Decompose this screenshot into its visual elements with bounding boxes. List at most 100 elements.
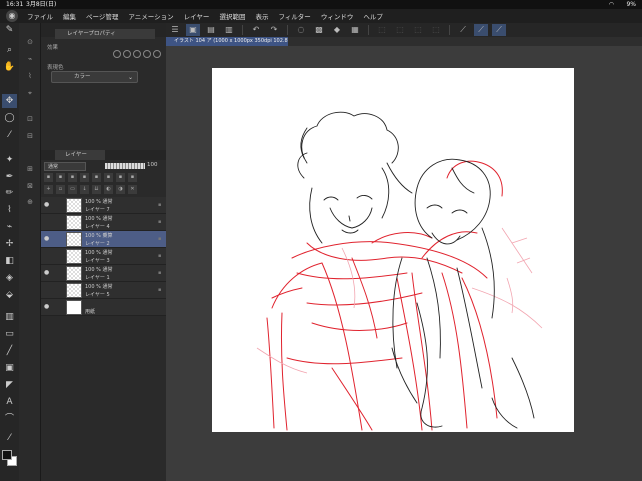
sub-tool-6-icon[interactable]: ⊟	[23, 130, 37, 142]
app-logo-icon[interactable]: ◉	[6, 10, 18, 22]
menu-page[interactable]: ページ管理	[81, 11, 123, 21]
correct-line-icon[interactable]: ⌒	[2, 412, 17, 426]
menu-layer[interactable]: レイヤー	[179, 11, 215, 21]
magic-wand-icon[interactable]: ✦	[2, 153, 17, 167]
clip-icon[interactable]: ▪	[56, 173, 65, 182]
eyedropper-sub-icon[interactable]: ⁄	[2, 431, 17, 445]
layer-lock-icon[interactable]: ▪	[158, 270, 163, 276]
visibility-eye-icon[interactable]: ●	[44, 269, 51, 276]
visibility-eye-icon[interactable]	[44, 286, 51, 293]
clear-icon[interactable]: ◌	[294, 24, 308, 36]
layer-row[interactable]: 100 % 通常 レイヤー 3 ▪	[41, 248, 166, 265]
bucket-icon[interactable]: ◆	[330, 24, 344, 36]
transform-icon[interactable]: ▦	[348, 24, 362, 36]
layer-color-icon[interactable]: ▪	[116, 173, 125, 182]
canvas-paper[interactable]	[212, 68, 574, 432]
invert-selection-icon[interactable]: ⬚	[393, 24, 407, 36]
hand-icon[interactable]: ✋	[2, 60, 17, 74]
combine-icon[interactable]: ⇊	[92, 185, 101, 194]
snap-special-ruler-icon[interactable]: ⟋	[474, 24, 488, 36]
tab-layer[interactable]: レイヤー	[55, 150, 105, 160]
menu-window[interactable]: ウィンドウ	[316, 11, 359, 21]
main-color-swatch[interactable]	[2, 450, 12, 460]
transfer-icon[interactable]: ↓	[80, 185, 89, 194]
menu-filter[interactable]: フィルター	[273, 11, 315, 21]
figure-icon[interactable]: ▭	[2, 327, 17, 341]
crop-icon[interactable]: ⬚	[411, 24, 425, 36]
ruler-link-icon[interactable]: ▪	[104, 173, 113, 182]
airbrush-icon[interactable]: ⌁	[2, 220, 17, 234]
mask-icon[interactable]: ▪	[92, 173, 101, 182]
selection-border-icon[interactable]: ⬚	[429, 24, 443, 36]
layer-row[interactable]: 100 % 通常 レイヤー 5 ▪	[41, 282, 166, 299]
fill-tool-icon[interactable]: ⬙	[2, 288, 17, 302]
document-tab[interactable]: イラスト 104 ア (1000 x 1000px 350dpi 102.8%)	[166, 37, 288, 46]
layer-lock-icon[interactable]: ▪	[158, 287, 163, 293]
draft-icon[interactable]: ▪	[80, 173, 89, 182]
color-mode-select[interactable]: カラー ⌄	[51, 71, 138, 83]
mask-add-icon[interactable]: ◐	[104, 185, 113, 194]
layer-tool-icon[interactable]: ⊕	[23, 196, 37, 208]
new-layer-icon[interactable]: +	[44, 185, 53, 194]
zoom-icon[interactable]: ⌕	[2, 43, 17, 57]
layer-row[interactable]: ● 100 % 通常 レイヤー 7 ▪	[41, 197, 166, 214]
visibility-eye-icon[interactable]	[44, 252, 51, 259]
tab-layer-property[interactable]: レイヤープロパティ	[55, 29, 155, 39]
layer-panel-toggle-icon[interactable]: ⊞	[23, 163, 37, 175]
layer-color-2-icon[interactable]: ▪	[128, 173, 137, 182]
fill-icon[interactable]: ▩	[312, 24, 326, 36]
sub-tool-2-icon[interactable]: ⌁	[23, 53, 37, 65]
new-folder-icon[interactable]: ▭	[68, 185, 77, 194]
effect-color-icon[interactable]	[133, 50, 141, 58]
gradient-icon[interactable]: ▥	[2, 310, 17, 324]
blend-mode-select[interactable]: 通常	[44, 162, 86, 171]
brush-icon[interactable]: ⌇	[2, 203, 17, 217]
layer-row[interactable]: ● 用紙	[41, 299, 166, 316]
layer-search-icon[interactable]: ⊠	[23, 180, 37, 192]
blend-icon[interactable]: ◈	[2, 271, 17, 285]
menu-edit[interactable]: 編集	[58, 11, 81, 21]
sub-tool-5-icon[interactable]: ⊡	[23, 113, 37, 125]
reference-icon[interactable]: ▪	[68, 173, 77, 182]
balloon-icon[interactable]: ◤	[2, 378, 17, 392]
effect-tone-icon[interactable]	[123, 50, 131, 58]
pen-settings-icon[interactable]: ✎	[2, 23, 17, 37]
layer-row[interactable]: ● 100 % 乗算 レイヤー 2 ▪	[41, 231, 166, 248]
pencil-icon[interactable]: ✏	[2, 186, 17, 200]
deselect-icon[interactable]: ⬚	[375, 24, 389, 36]
lasso-icon[interactable]: ◯	[2, 111, 17, 125]
delete-layer-icon[interactable]: ✕	[128, 185, 137, 194]
snap-grid-icon[interactable]: ⟋	[492, 24, 506, 36]
open-icon[interactable]: ▤	[204, 24, 218, 36]
sub-tool-3-icon[interactable]: ⌇	[23, 70, 37, 82]
menu-view[interactable]: 表示	[250, 11, 273, 21]
lock-icon[interactable]: ▪	[44, 173, 53, 182]
opacity-slider[interactable]	[105, 163, 145, 169]
ruler-icon[interactable]: ╱	[2, 344, 17, 358]
text-icon[interactable]: A	[2, 395, 17, 409]
save-icon[interactable]: ▥	[222, 24, 236, 36]
canvas-area[interactable]	[166, 46, 642, 481]
new-canvas-icon[interactable]: ▣	[186, 24, 200, 36]
eyedropper-icon[interactable]: ⁄	[2, 128, 17, 142]
visibility-eye-icon[interactable]	[44, 218, 51, 225]
effect-mask-icon[interactable]	[153, 50, 161, 58]
pen-icon[interactable]: ✒	[2, 170, 17, 184]
new-vector-icon[interactable]: ▫	[56, 185, 65, 194]
layer-row[interactable]: 100 % 通常 レイヤー 4 ▪	[41, 214, 166, 231]
decoration-icon[interactable]: ✢	[2, 237, 17, 251]
effect-border-icon[interactable]	[113, 50, 121, 58]
layer-lock-icon[interactable]: ▪	[158, 219, 163, 225]
effect-extract-icon[interactable]	[143, 50, 151, 58]
snap-ruler-icon[interactable]: ⟋	[456, 24, 470, 36]
hamburger-menu-icon[interactable]: ☰	[168, 24, 182, 36]
frame-border-icon[interactable]: ▣	[2, 361, 17, 375]
redo-icon[interactable]: ↷	[267, 24, 281, 36]
menu-selection[interactable]: 選択範囲	[214, 11, 250, 21]
menu-animation[interactable]: アニメーション	[123, 11, 178, 21]
layer-row[interactable]: ● 100 % 通常 レイヤー 1 ▪	[41, 265, 166, 282]
sub-tool-4-icon[interactable]: ⌖	[23, 87, 37, 99]
layer-lock-icon[interactable]: ▪	[158, 253, 163, 259]
layer-lock-icon[interactable]: ▪	[158, 202, 163, 208]
menu-help[interactable]: ヘルプ	[358, 11, 388, 21]
